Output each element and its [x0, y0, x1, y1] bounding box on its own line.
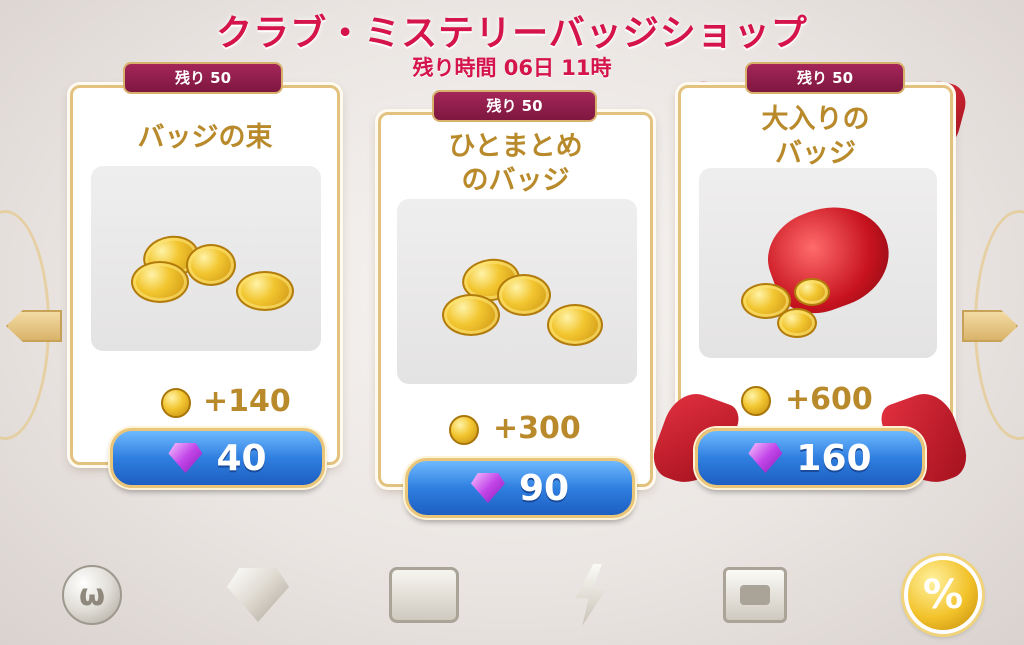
- coin-icon: [497, 274, 551, 316]
- diamond-icon: [227, 568, 289, 622]
- offer-name: 大入りの: [761, 104, 870, 135]
- offer-card-badge-bundle[interactable]: バッジの束 +140: [70, 85, 340, 465]
- remaining-badge: 残り 50: [432, 90, 597, 122]
- tab-tickets[interactable]: [720, 560, 790, 630]
- gem-icon: [748, 443, 783, 473]
- club-coin-icon: ω: [62, 565, 122, 625]
- coin-icon: [442, 294, 500, 336]
- gem-icon: [168, 443, 203, 473]
- lightning-icon: [575, 564, 607, 626]
- offer-name-line2: のバッジ: [461, 165, 570, 196]
- tab-gems[interactable]: [223, 560, 293, 630]
- coin-icon: [131, 261, 189, 303]
- sale-percent-icon: %: [904, 556, 982, 634]
- buy-button[interactable]: 40: [110, 428, 325, 488]
- ticket-icon: [723, 567, 787, 623]
- tab-boosters[interactable]: [556, 560, 626, 630]
- offer-name: ひとまとめ: [448, 131, 583, 162]
- tab-sale[interactable]: %: [900, 552, 986, 638]
- buy-button[interactable]: 160: [695, 428, 925, 488]
- coin-icon: [186, 244, 236, 286]
- reward-amount: +600: [785, 382, 873, 417]
- coin-icon: [794, 278, 830, 306]
- reward-amount: +300: [493, 411, 581, 446]
- coin-icon: [547, 304, 603, 346]
- offer-name-line2: バッジ: [775, 138, 856, 169]
- remaining-badge: 残り 50: [745, 62, 905, 94]
- offer-image: [91, 166, 321, 351]
- badge-coin-icon: [161, 388, 191, 418]
- price-label: 160: [796, 437, 872, 479]
- shop-title: クラブ・ミステリーバッジショップ: [216, 13, 808, 54]
- badge-coin-icon: [741, 386, 771, 416]
- offer-name: バッジの束: [137, 122, 273, 153]
- offer-image: [397, 199, 637, 384]
- buy-button[interactable]: 90: [405, 458, 635, 518]
- badge-coin-icon: [449, 415, 479, 445]
- reward-amount: +140: [203, 384, 291, 419]
- tab-club-coins[interactable]: ω: [57, 560, 127, 630]
- offer-image: [699, 168, 937, 358]
- coin-icon: [236, 271, 294, 311]
- price-label: 90: [518, 467, 570, 509]
- coin-icon: [777, 308, 817, 338]
- chest-icon: [389, 567, 459, 623]
- offer-card-badge-pack[interactable]: ひとまとめ のバッジ +300: [378, 112, 653, 487]
- price-label: 40: [216, 437, 267, 479]
- remaining-badge: 残り 50: [123, 62, 283, 94]
- gem-icon: [470, 473, 505, 503]
- tab-chests[interactable]: [389, 560, 459, 630]
